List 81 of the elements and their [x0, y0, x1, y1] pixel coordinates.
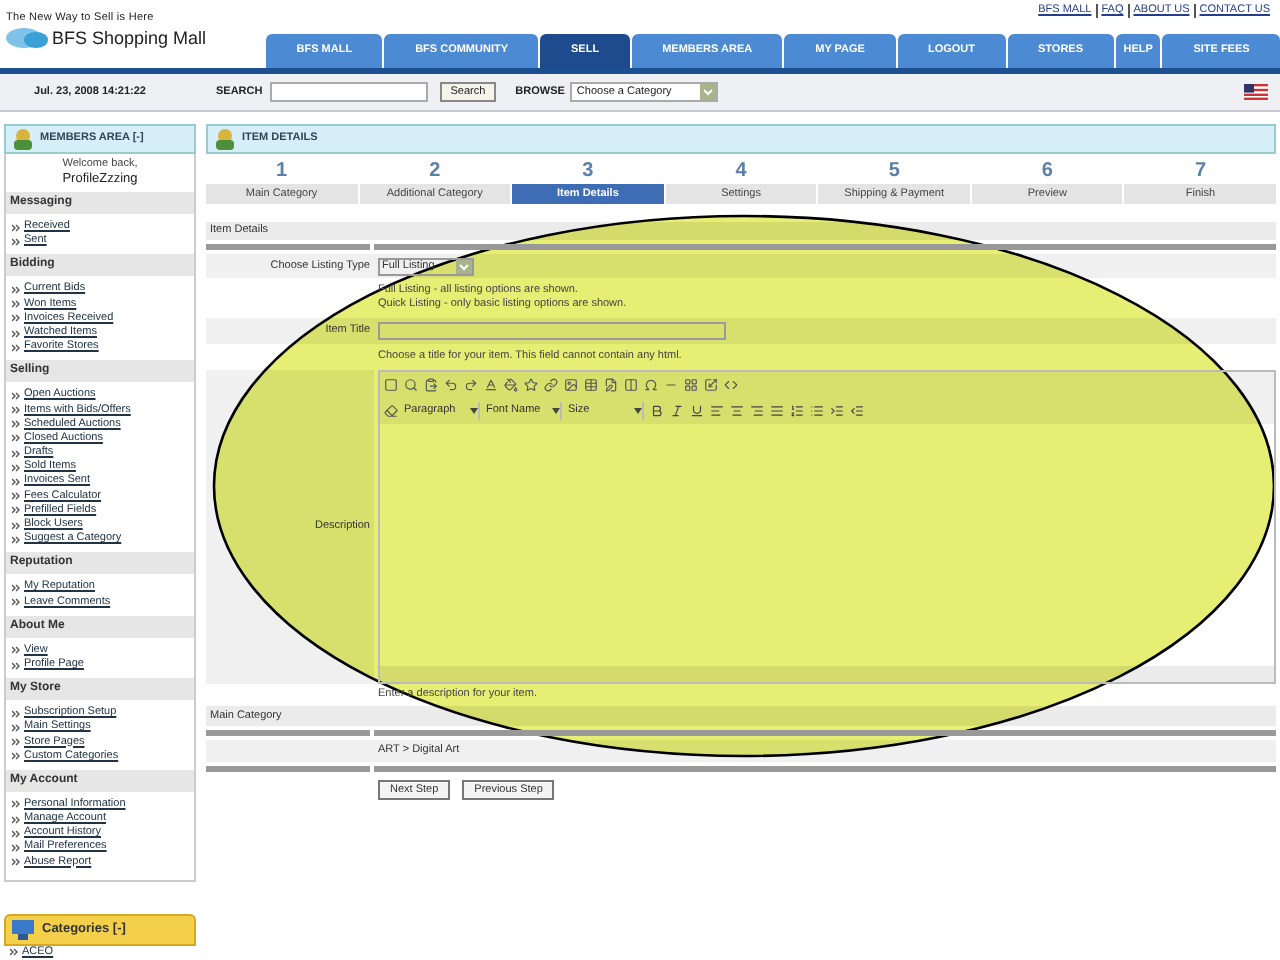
chevron-icon: [12, 463, 20, 472]
step-number: 1: [276, 158, 288, 184]
chevron-icon: [12, 709, 20, 718]
chevron-icon: [12, 391, 20, 400]
square-icon[interactable]: [384, 378, 398, 392]
chevron-icon: [10, 948, 18, 957]
chevron-icon: [12, 723, 20, 732]
chevron-icon: [12, 752, 20, 761]
chevron-icon: [12, 329, 20, 338]
text-color-icon[interactable]: [484, 378, 498, 392]
align-center-icon[interactable]: [730, 404, 744, 418]
indent-icon[interactable]: [830, 404, 844, 418]
monitor-icon: [12, 919, 34, 940]
outdent-icon[interactable]: [850, 404, 864, 418]
chevron-icon: [12, 449, 20, 458]
step-number: 3: [582, 158, 594, 184]
chevron-icon: [12, 738, 20, 747]
columns-icon[interactable]: [624, 378, 638, 392]
chevron-icon: [12, 800, 20, 809]
caret-icon: [470, 408, 478, 414]
eraser-icon[interactable]: [384, 404, 398, 418]
link-icon[interactable]: [544, 378, 558, 392]
paint-bucket-icon[interactable]: [504, 378, 518, 392]
chevron-icon: [12, 506, 20, 515]
bold-icon[interactable]: [650, 404, 664, 418]
chevron-icon: [12, 521, 20, 530]
chevron-icon: [12, 815, 20, 824]
italic-icon[interactable]: [670, 404, 684, 418]
table-icon[interactable]: [584, 378, 598, 392]
numbered-list-icon[interactable]: [790, 404, 804, 418]
chevron-icon: [12, 285, 20, 294]
image-icon[interactable]: [564, 378, 578, 392]
chevron-icon: [12, 598, 20, 607]
item-title-field[interactable]: [378, 322, 726, 340]
resize-icon[interactable]: [704, 378, 718, 392]
chevron-icon: [12, 646, 20, 655]
step-number: 2: [429, 158, 441, 184]
step-number: 5: [888, 158, 900, 184]
align-left-icon[interactable]: [710, 404, 724, 418]
dropdown-icon: [700, 84, 717, 100]
chevron-icon: [12, 223, 20, 232]
chevron-icon: [12, 583, 20, 592]
logo-icon: [6, 26, 50, 50]
chevron-icon: [12, 343, 20, 352]
chevron-icon: [12, 434, 20, 443]
justify-icon[interactable]: [770, 404, 784, 418]
code-icon[interactable]: [724, 378, 738, 392]
search-icon[interactable]: [404, 378, 418, 392]
chevron-icon: [12, 858, 20, 867]
caret-icon: [634, 408, 642, 414]
star-icon[interactable]: [524, 378, 538, 392]
paste-icon[interactable]: [424, 378, 438, 392]
step-number: 4: [735, 158, 747, 184]
bullet-list-icon[interactable]: [810, 404, 824, 418]
chevron-icon: [12, 844, 20, 853]
caret-icon: [552, 408, 560, 414]
chevron-icon: [12, 478, 20, 487]
edit-icon[interactable]: [604, 378, 618, 392]
chevron-icon: [12, 420, 20, 429]
members-badge-icon: [214, 127, 236, 151]
underline-icon[interactable]: [690, 404, 704, 418]
chevron-icon: [12, 829, 20, 838]
chevron-icon: [12, 492, 20, 501]
align-right-icon[interactable]: [750, 404, 764, 418]
logo-text: BFS Shopping Mall: [52, 28, 207, 48]
redo-icon[interactable]: [464, 378, 478, 392]
chevron-icon: [12, 406, 20, 415]
step-number: 7: [1194, 158, 1207, 184]
grid-icon[interactable]: [684, 378, 698, 392]
chevron-icon: [12, 535, 20, 544]
chevron-icon: [12, 300, 20, 309]
step-number: 6: [1041, 158, 1053, 184]
members-badge-icon: [12, 127, 34, 151]
undo-icon[interactable]: [444, 378, 458, 392]
chevron-icon: [12, 314, 20, 323]
chevron-icon: [12, 237, 20, 246]
omega-icon[interactable]: [644, 378, 658, 392]
dropdown-icon: [456, 259, 472, 273]
search-field[interactable]: [270, 82, 429, 102]
chevron-icon: [12, 661, 20, 670]
flag-icon[interactable]: [1244, 84, 1268, 100]
